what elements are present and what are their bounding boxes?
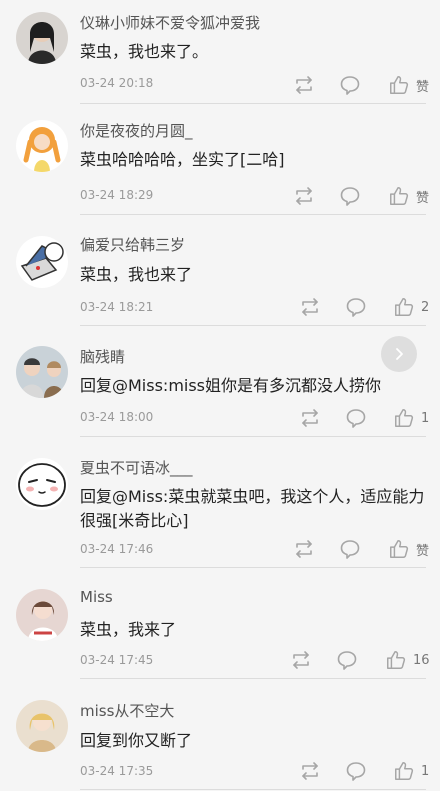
thumbs-up-icon <box>390 187 409 205</box>
like-button[interactable]: 16 <box>385 648 430 672</box>
username[interactable]: 夏虫不可语冰___ <box>80 457 193 478</box>
comment-item: 夏虫不可语冰___ 回复@Miss:菜虫就菜虫吧，我这个人，适应能力很强[米奇比… <box>0 441 440 568</box>
timestamp: 03-24 18:21 <box>80 300 154 314</box>
comment-item: 仪琳小师妹不爱令狐冲爱我 菜虫，我也来了。 03-24 20:18 赞 <box>0 0 440 108</box>
comment-icon[interactable] <box>344 406 368 430</box>
repost-icon[interactable] <box>292 184 316 208</box>
comment-icon[interactable] <box>335 648 359 672</box>
username[interactable]: 仪琳小师妹不爱令狐冲爱我 <box>80 12 260 33</box>
thumbs-up-icon <box>395 409 414 427</box>
comment-text: 菜虫，我来了 <box>80 620 177 639</box>
username[interactable]: 偏爱只给韩三岁 <box>80 234 185 255</box>
comment-text: 回复@Miss:菜虫就菜虫吧，我这个人，适应能力很强[米奇比心] <box>80 487 425 530</box>
comment-icon[interactable] <box>338 73 362 97</box>
avatar[interactable] <box>16 120 68 172</box>
like-count: 赞 <box>416 543 430 559</box>
like-button[interactable]: 赞 <box>388 73 429 97</box>
username[interactable]: 你是夜夜的月圆_ <box>80 120 193 141</box>
avatar[interactable] <box>16 458 68 510</box>
thumbs-up-icon <box>395 762 414 780</box>
thumbs-up-icon <box>390 76 409 94</box>
like-count: 1 <box>421 763 430 779</box>
comment-icon[interactable] <box>338 184 362 208</box>
divider <box>80 678 426 679</box>
like-count: 赞 <box>416 190 430 206</box>
like-button[interactable]: 赞 <box>388 184 429 208</box>
username[interactable]: Miss <box>80 588 113 606</box>
comment-icon[interactable] <box>344 759 368 783</box>
avatar[interactable] <box>16 700 68 752</box>
timestamp: 03-24 18:29 <box>80 188 154 202</box>
thumbs-up-icon <box>390 540 409 558</box>
like-button[interactable]: 2 <box>393 295 429 319</box>
repost-icon[interactable] <box>289 648 313 672</box>
comment-text: 回复到你又断了 <box>80 731 193 750</box>
next-page-button[interactable] <box>381 336 417 372</box>
username[interactable]: miss从不空大 <box>80 700 174 721</box>
comment-icon[interactable] <box>344 295 368 319</box>
timestamp: 03-24 17:46 <box>80 542 154 556</box>
like-count: 1 <box>421 410 430 426</box>
like-button[interactable]: 赞 <box>388 537 429 561</box>
comment-item: 脑残睛 回复@Miss:miss姐你是有多沉都没人捞你 03-24 18:00 … <box>0 330 440 441</box>
timestamp: 03-24 18:00 <box>80 410 154 424</box>
comment-item: 你是夜夜的月圆_ 菜虫哈哈哈哈，坐实了[二哈] 03-24 18:29 赞 <box>0 108 440 219</box>
comment-text: 回复@Miss:miss姐你是有多沉都没人捞你 <box>80 376 382 395</box>
avatar[interactable] <box>16 236 68 288</box>
like-count: 赞 <box>416 79 430 95</box>
like-count: 16 <box>413 652 430 668</box>
thumbs-up-icon <box>387 651 406 669</box>
like-button[interactable]: 1 <box>393 406 429 430</box>
divider <box>80 214 426 215</box>
comment-item: 偏爱只给韩三岁 菜虫，我也来了 03-24 18:21 2 <box>0 219 440 330</box>
comment-item: Miss 菜虫，我来了 03-24 17:45 16 <box>0 568 440 680</box>
comment-icon[interactable] <box>338 537 362 561</box>
divider <box>80 103 426 104</box>
timestamp: 03-24 17:45 <box>80 653 154 667</box>
avatar[interactable] <box>16 12 68 64</box>
divider <box>80 325 426 326</box>
comment-item: miss从不空大 回复到你又断了 03-24 17:35 1 <box>0 680 440 791</box>
repost-icon[interactable] <box>298 759 322 783</box>
thumbs-up-icon <box>395 298 414 316</box>
like-count: 2 <box>421 299 430 315</box>
comment-text: 菜虫，我也来了 <box>80 265 193 284</box>
timestamp: 03-24 17:35 <box>80 764 154 778</box>
repost-icon[interactable] <box>298 295 322 319</box>
divider <box>80 789 426 790</box>
comment-text: 菜虫，我也来了。 <box>80 42 209 61</box>
timestamp: 03-24 20:18 <box>80 76 154 90</box>
divider <box>80 436 426 437</box>
chevron-right-icon <box>396 348 403 360</box>
like-button[interactable]: 1 <box>393 759 429 783</box>
username[interactable]: 脑残睛 <box>80 346 125 367</box>
comment-text: 菜虫哈哈哈哈，坐实了[二哈] <box>80 150 285 169</box>
repost-icon[interactable] <box>292 537 316 561</box>
repost-icon[interactable] <box>298 406 322 430</box>
repost-icon[interactable] <box>292 73 316 97</box>
avatar[interactable] <box>16 589 68 641</box>
avatar[interactable] <box>16 346 68 398</box>
